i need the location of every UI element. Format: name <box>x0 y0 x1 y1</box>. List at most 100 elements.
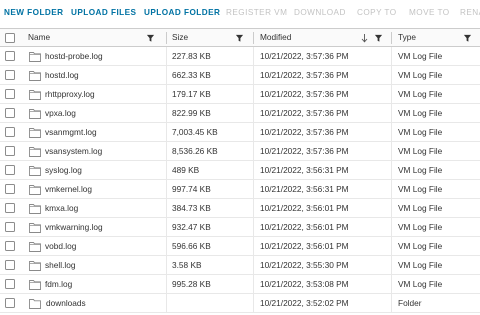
toolbar-button-copy-to[interactable]: COPY TO <box>357 8 397 17</box>
row-checkbox[interactable] <box>5 241 15 251</box>
file-name[interactable]: downloads <box>46 294 86 313</box>
table-row[interactable]: vsansystem.log 8,536.26 KB 10/21/2022, 3:5… <box>0 142 480 161</box>
cell-divider <box>391 256 392 274</box>
toolbar-button-upload-folder[interactable]: UPLOAD FOLDER <box>144 8 220 17</box>
column-header-name[interactable]: Name <box>28 29 50 47</box>
file-size: 997.74 KB <box>172 184 211 194</box>
toolbar-button-new-folder[interactable]: NEW FOLDER <box>4 8 64 17</box>
file-size: 932.47 KB <box>172 222 211 232</box>
select-all-checkbox[interactable] <box>5 33 15 43</box>
column-separator[interactable] <box>391 32 392 44</box>
filter-icon[interactable] <box>374 33 383 43</box>
row-checkbox[interactable] <box>5 127 15 137</box>
file-size: 7,003.45 KB <box>172 127 218 137</box>
cell-divider <box>391 294 392 312</box>
table-row[interactable]: vmkernel.log 997.74 KB 10/21/2022, 3:56:31… <box>0 180 480 199</box>
file-modified: 10/21/2022, 3:56:31 PM <box>260 165 349 175</box>
file-name[interactable]: hostd-probe.log <box>45 47 103 66</box>
cell-divider <box>253 180 254 198</box>
table-row[interactable]: hostd.log 662.33 KB 10/21/2022, 3:57:36 PM… <box>0 66 480 85</box>
table-row[interactable]: vobd.log 596.66 KB 10/21/2022, 3:56:01 PM V… <box>0 237 480 256</box>
file-name[interactable]: vmkernel.log <box>45 180 92 199</box>
row-checkbox[interactable] <box>5 70 15 80</box>
file-modified: 10/21/2022, 3:56:01 PM <box>260 203 349 213</box>
table-row[interactable]: kmxa.log 384.73 KB 10/21/2022, 3:56:01 PM V… <box>0 199 480 218</box>
table-row[interactable]: vsanmgmt.log 7,003.45 KB 10/21/2022, 3:57:… <box>0 123 480 142</box>
sort-descending-icon[interactable] <box>361 33 368 43</box>
row-checkbox[interactable] <box>5 108 15 118</box>
file-name[interactable]: vmkwarning.log <box>45 218 103 237</box>
file-toolbar: NEW FOLDER UPLOAD FILES UPLOAD FOLDER REGIS… <box>0 0 480 26</box>
row-checkbox[interactable] <box>5 146 15 156</box>
file-type: VM Log File <box>398 203 443 213</box>
file-size: 179.17 KB <box>172 89 211 99</box>
row-checkbox[interactable] <box>5 203 15 213</box>
file-name[interactable]: vsansystem.log <box>45 142 102 161</box>
cell-divider <box>391 142 392 160</box>
row-checkbox[interactable] <box>5 298 15 308</box>
cell-divider <box>166 294 167 312</box>
table-row[interactable]: hostd-probe.log 227.83 KB 10/21/2022, 3:57… <box>0 47 480 66</box>
filter-icon[interactable] <box>235 33 244 43</box>
toolbar-button-upload-files[interactable]: UPLOAD FILES <box>71 8 136 17</box>
row-checkbox[interactable] <box>5 279 15 289</box>
file-name[interactable]: hostd.log <box>45 66 79 85</box>
file-type: VM Log File <box>398 51 443 61</box>
cell-divider <box>166 199 167 217</box>
file-name[interactable]: shell.log <box>45 256 75 275</box>
file-size: 227.83 KB <box>172 51 211 61</box>
cell-divider <box>391 275 392 293</box>
file-modified: 10/21/2022, 3:56:01 PM <box>260 222 349 232</box>
file-type: Folder <box>398 298 422 308</box>
cell-divider <box>253 161 254 179</box>
file-name[interactable]: fdm.log <box>45 275 72 294</box>
file-type: VM Log File <box>398 222 443 232</box>
table-row[interactable]: shell.log 3.58 KB 10/21/2022, 3:55:30 PM VM… <box>0 256 480 275</box>
toolbar-button-move-to[interactable]: MOVE TO <box>409 8 450 17</box>
row-checkbox[interactable] <box>5 184 15 194</box>
table-row[interactable]: vpxa.log 822.99 KB 10/21/2022, 3:57:36 PM V… <box>0 104 480 123</box>
toolbar-button-rena[interactable]: RENA <box>460 8 480 17</box>
file-size: 489 KB <box>172 165 200 175</box>
cell-divider <box>391 123 392 141</box>
cell-divider <box>253 142 254 160</box>
filter-icon[interactable] <box>146 33 155 43</box>
table-row[interactable]: syslog.log 489 KB 10/21/2022, 3:56:31 PM VM… <box>0 161 480 180</box>
file-name[interactable]: rhttpproxy.log <box>45 85 95 104</box>
column-separator[interactable] <box>253 32 254 44</box>
table-row[interactable]: vmkwarning.log 932.47 KB 10/21/2022, 3:56:… <box>0 218 480 237</box>
toolbar-button-download[interactable]: DOWNLOAD <box>294 8 346 17</box>
filter-icon[interactable] <box>463 33 472 43</box>
file-name[interactable]: vpxa.log <box>45 104 76 123</box>
file-name[interactable]: kmxa.log <box>45 199 78 218</box>
file-size: 384.73 KB <box>172 203 211 213</box>
column-separator[interactable] <box>166 32 167 44</box>
cell-divider <box>253 294 254 312</box>
cell-divider <box>166 275 167 293</box>
file-size: 995.28 KB <box>172 279 211 289</box>
file-name[interactable]: vsanmgmt.log <box>45 123 97 142</box>
cell-divider <box>253 237 254 255</box>
column-header-size[interactable]: Size <box>172 29 188 47</box>
file-name[interactable]: syslog.log <box>45 161 82 180</box>
toolbar-button-register-vm[interactable]: REGISTER VM <box>226 8 287 17</box>
cell-divider <box>166 104 167 122</box>
table-row[interactable]: rhttpproxy.log 179.17 KB 10/21/2022, 3:57:… <box>0 85 480 104</box>
file-type: VM Log File <box>398 70 443 80</box>
cell-divider <box>166 85 167 103</box>
file-modified: 10/21/2022, 3:53:08 PM <box>260 279 349 289</box>
cell-divider <box>253 85 254 103</box>
row-checkbox[interactable] <box>5 51 15 61</box>
column-header-modified[interactable]: Modified <box>260 29 291 47</box>
column-header-type[interactable]: Type <box>398 29 416 47</box>
row-checkbox[interactable] <box>5 222 15 232</box>
table-row[interactable]: fdm.log 995.28 KB 10/21/2022, 3:53:08 PM VM… <box>0 275 480 294</box>
cell-divider <box>253 66 254 84</box>
row-checkbox[interactable] <box>5 165 15 175</box>
row-checkbox[interactable] <box>5 260 15 270</box>
file-name[interactable]: vobd.log <box>45 237 76 256</box>
row-checkbox[interactable] <box>5 89 15 99</box>
table-row[interactable]: downloads 10/21/2022, 3:52:02 PM Folder <box>0 294 480 313</box>
file-modified: 10/21/2022, 3:52:02 PM <box>260 298 349 308</box>
file-type: VM Log File <box>398 127 443 137</box>
